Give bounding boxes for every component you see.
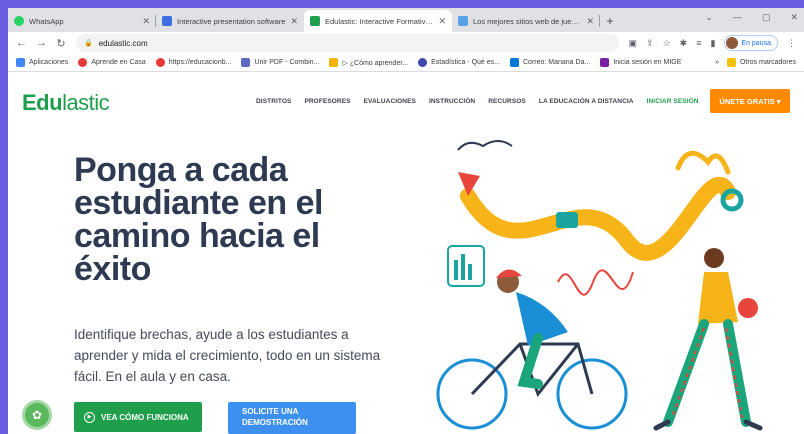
forward-icon[interactable]: →	[36, 37, 47, 49]
tab-title: Edulastic: Interactive Formative A	[325, 16, 435, 26]
login-link[interactable]: INICIAR SESIÓN	[647, 98, 699, 105]
bookmark-icon	[329, 58, 339, 67]
close-window-icon[interactable]: ✕	[790, 12, 798, 23]
hero-illustration	[436, 140, 763, 431]
nav-profesores[interactable]: PROFESORES	[304, 98, 350, 105]
minimize-icon[interactable]: —	[733, 12, 742, 23]
bookmark-aprende[interactable]: Aprende en Casa	[78, 58, 146, 67]
sidepanel-icon[interactable]: ▮	[710, 38, 715, 49]
bookmark-icon	[155, 58, 165, 67]
how-it-works-button[interactable]: ▶ VEA CÓMO FUNCIONA	[74, 402, 202, 432]
logo[interactable]: Edulastic	[22, 90, 110, 116]
accessibility-icon[interactable]: ✿	[22, 400, 52, 430]
toolbar-icons: ▣ ⇪ ☆ ✱ ≡ ▮ En pausa ⋮	[629, 35, 796, 51]
reload-icon[interactable]: ↻	[56, 37, 66, 50]
profile-button[interactable]: En pausa	[724, 35, 778, 51]
whatsapp-icon	[14, 16, 24, 26]
reading-list-icon[interactable]: ≡	[696, 38, 701, 48]
bookmark-icon	[600, 58, 610, 67]
bookmark-estadistica[interactable]: Estadística - Qué es...	[418, 58, 500, 67]
url-input[interactable]: 🔒 edulastic.com	[76, 34, 619, 52]
tab-edulastic[interactable]: Edulastic: Interactive Formative A ✕	[304, 10, 452, 32]
presentation-icon	[162, 16, 172, 26]
avatar	[726, 37, 739, 49]
outlook-icon	[510, 58, 519, 67]
browser-window: WhatsApp ✕ Interactive presentation soft…	[8, 8, 804, 434]
games-icon	[458, 16, 468, 26]
close-icon[interactable]: ✕	[290, 16, 298, 27]
share-icon[interactable]: ⇪	[646, 38, 654, 49]
url-text: edulastic.com	[98, 38, 148, 48]
bookmark-icon	[418, 58, 428, 67]
tab-title: Los mejores sitios web de juegos	[473, 16, 583, 26]
play-icon: ▶	[84, 411, 95, 423]
signup-button[interactable]: ÚNETE GRATIS ▾	[710, 89, 790, 113]
page-title: Ponga a cada estudiante en el camino hac…	[74, 151, 323, 288]
tab-search-icon[interactable]: ⌄	[705, 12, 713, 23]
tab-title: WhatsApp	[29, 16, 64, 26]
apps-icon	[16, 58, 25, 67]
other-bookmarks[interactable]: Otros marcadores	[726, 58, 796, 67]
tab-title: Interactive presentation software	[177, 16, 286, 26]
edulastic-icon	[310, 16, 320, 26]
window-controls: ⌄ — ▢ ✕	[705, 12, 798, 23]
nav-educacion-distancia[interactable]: LA EDUCACIÓN A DISTANCIA	[539, 98, 634, 105]
bookmark-correo[interactable]: Correo: Mariana Da...	[510, 58, 590, 67]
bookmarks-more-button[interactable]: »	[715, 59, 719, 66]
bookmark-aprender[interactable]: ▷ ¿Cómo aprender...	[329, 58, 408, 67]
tab-presentation[interactable]: Interactive presentation software ✕	[156, 10, 304, 32]
bookmark-unirpdf[interactable]: Unir PDF - Combin...	[241, 58, 319, 67]
nav-recursos[interactable]: RECURSOS	[488, 98, 526, 105]
new-tab-button[interactable]: +	[600, 10, 620, 32]
nav-evaluaciones[interactable]: EVALUACIONES	[364, 98, 416, 105]
profile-label: En pausa	[741, 39, 771, 47]
close-icon[interactable]: ✕	[586, 16, 594, 27]
bookmark-mige[interactable]: Inicia sesión en MIGE	[600, 58, 681, 67]
tab-whatsapp[interactable]: WhatsApp ✕	[8, 10, 156, 32]
nav-instruccion[interactable]: INSTRUCCIÓN	[429, 98, 475, 105]
extensions-icon[interactable]: ✱	[680, 38, 688, 49]
main-nav: DISTRITOS PROFESORES EVALUACIONES INSTRU…	[256, 98, 699, 105]
bookmark-educacion[interactable]: https://educacionb...	[155, 58, 231, 67]
close-icon[interactable]: ✕	[142, 16, 150, 27]
menu-icon[interactable]: ⋮	[787, 38, 796, 49]
maximize-icon[interactable]: ▢	[762, 12, 771, 23]
tab-juegos[interactable]: Los mejores sitios web de juegos ✕	[452, 10, 600, 32]
tab-strip: WhatsApp ✕ Interactive presentation soft…	[8, 8, 804, 32]
page-content: Edulastic DISTRITOS PROFESORES EVALUACIO…	[8, 72, 804, 434]
translate-icon[interactable]: ▣	[629, 38, 638, 49]
bookmarks-bar: Aplicaciones Aprende en Casa https://edu…	[8, 54, 804, 72]
star-icon[interactable]: ☆	[663, 38, 671, 49]
lock-icon: 🔒	[84, 40, 93, 47]
nav-distritos[interactable]: DISTRITOS	[256, 98, 291, 105]
bookmark-icon	[241, 58, 251, 67]
back-icon[interactable]: ←	[16, 37, 27, 49]
hero-subtext: Identifique brechas, ayude a los estudia…	[74, 327, 381, 384]
bookmark-icon	[78, 58, 88, 67]
folder-icon	[726, 58, 736, 67]
bookmark-apps[interactable]: Aplicaciones	[16, 58, 68, 67]
close-icon[interactable]: ✕	[438, 16, 446, 27]
address-bar: ← → ↻ 🔒 edulastic.com ▣ ⇪ ☆ ✱ ≡ ▮ En pau…	[8, 32, 804, 54]
request-demo-button[interactable]: SOLICITE UNA DEMOSTRACIÓN	[228, 402, 356, 434]
